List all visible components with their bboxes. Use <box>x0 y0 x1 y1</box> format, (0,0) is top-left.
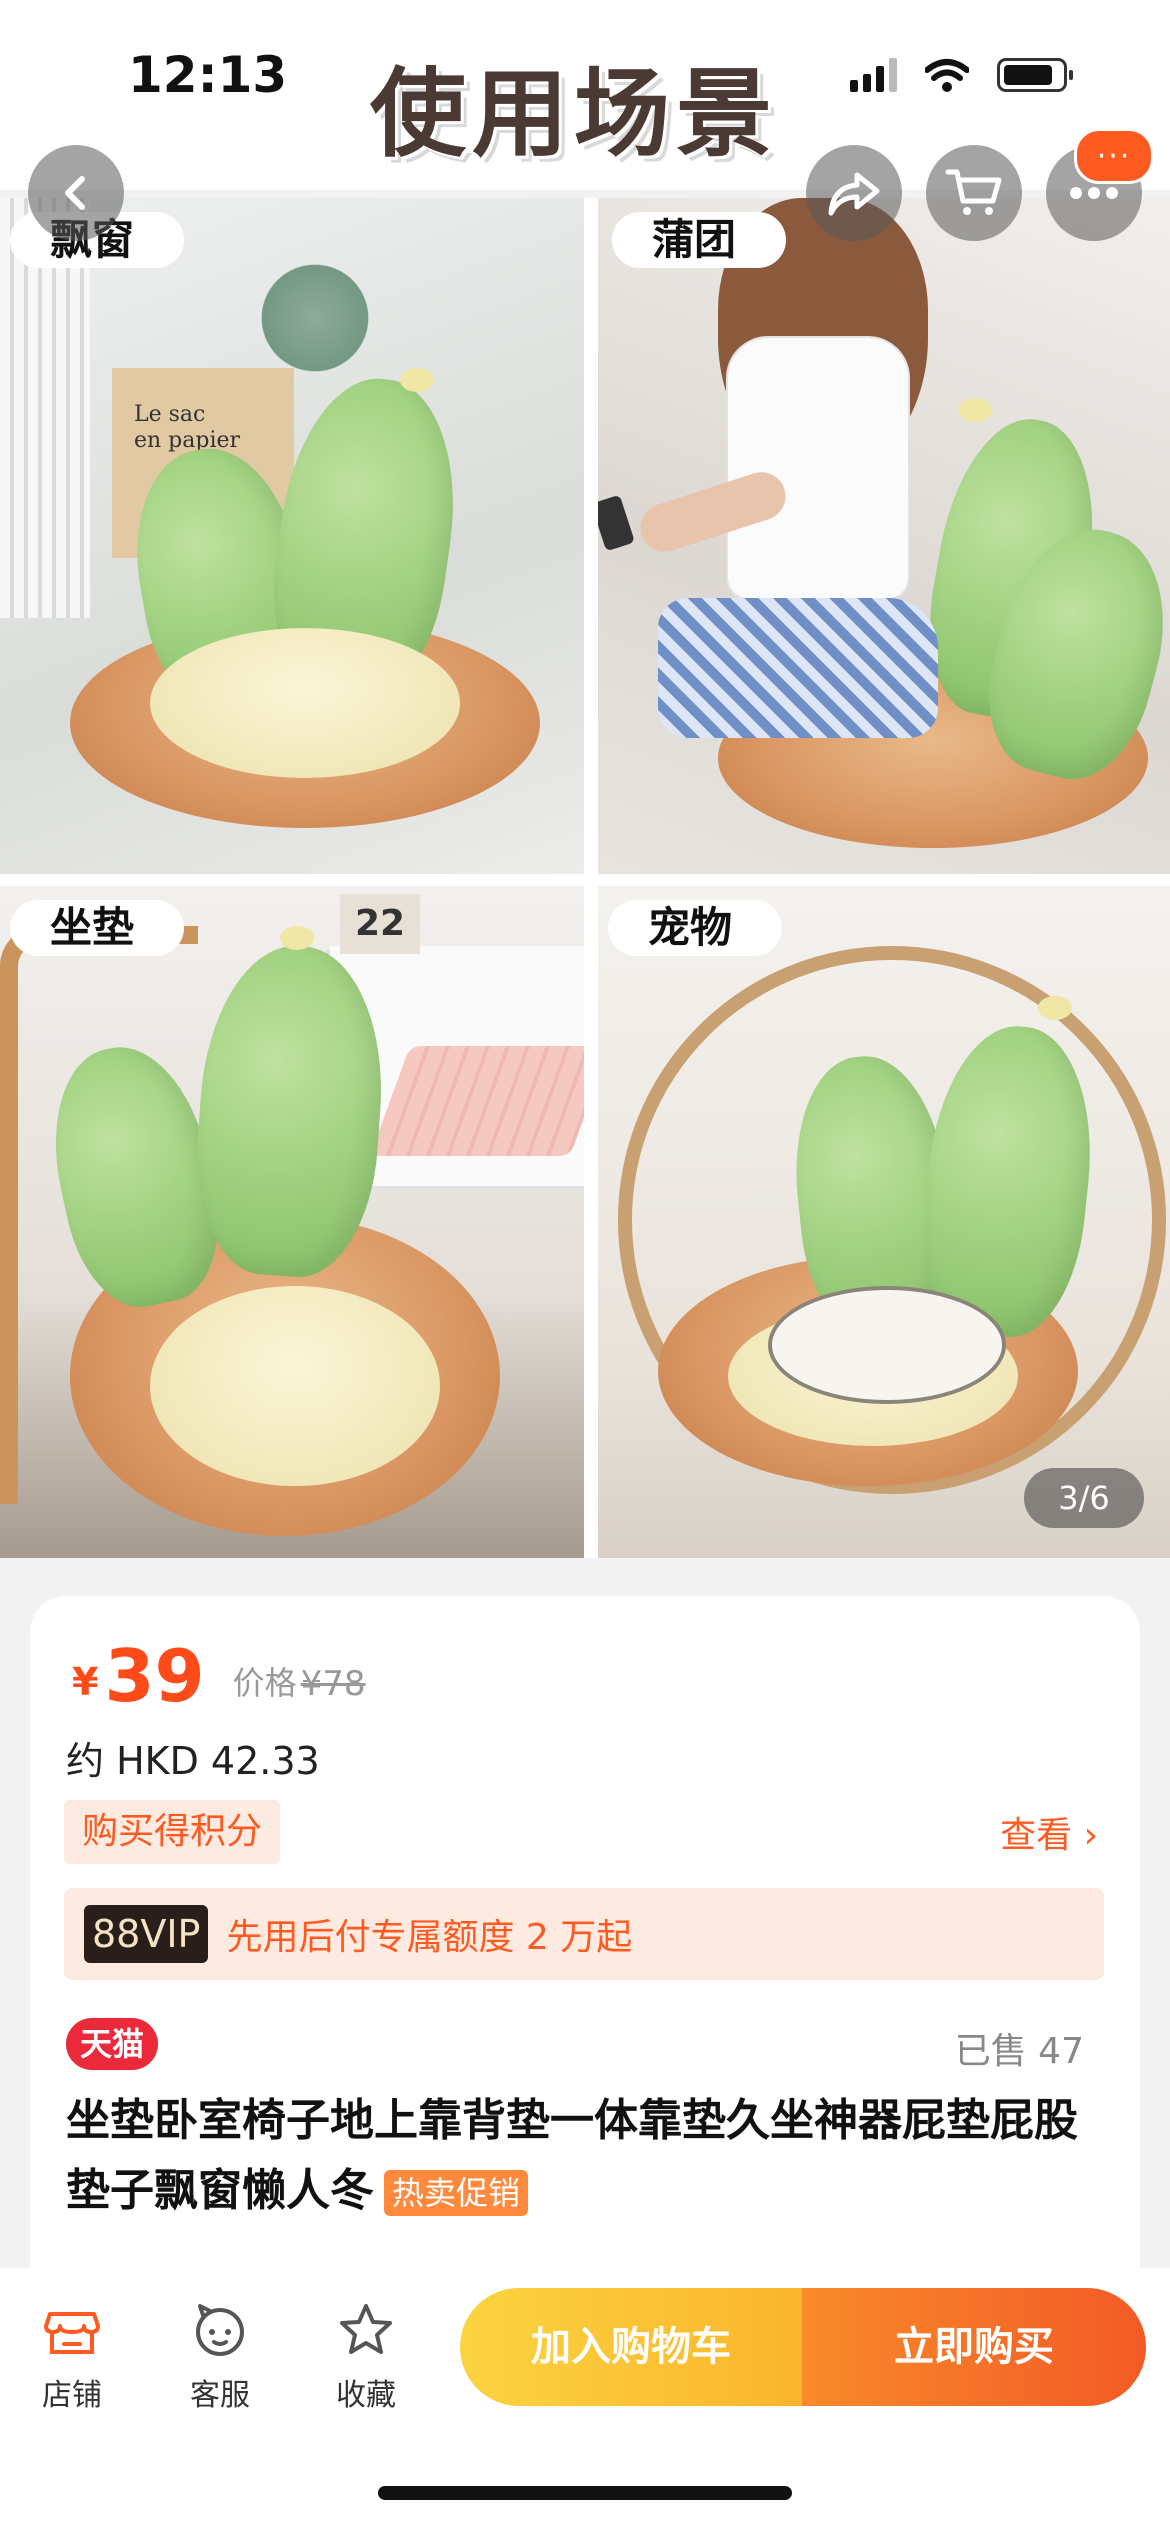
woman-torso <box>728 338 908 598</box>
gallery-photo-meditation-mat[interactable]: 蒲团 <box>598 198 1170 874</box>
desk-calendar: 22 <box>340 894 420 954</box>
vip-promo-banner[interactable]: 88VIP 先用后付专属额度 2 万起 <box>64 1888 1104 1980</box>
product-title: 坐垫卧室椅子地上靠背垫一体靠垫久坐神器屁垫屁股垫子飘窗懒人冬 热卖促销 <box>66 2086 1116 2226</box>
current-price: 39 <box>104 1634 205 1718</box>
flower-decoration <box>280 926 314 950</box>
add-to-cart-button[interactable]: 加入购物车 <box>460 2288 802 2406</box>
scene-tag-seat-cushion: 坐垫 <box>10 900 185 956</box>
chevron-left-icon <box>65 176 85 210</box>
gallery-photo-bay-window[interactable]: Le sac en papier 飘窗 <box>0 198 584 874</box>
more-dots-icon <box>1070 187 1118 199</box>
shop-label: 店铺 <box>42 2378 102 2413</box>
scene-tag-pet: 宠物 <box>608 900 783 956</box>
gallery-page-counter: 3/6 <box>1024 1468 1144 1528</box>
original-price: ¥78 <box>300 1664 366 1704</box>
cellular-signal-icon <box>850 58 897 92</box>
home-indicator <box>378 2486 792 2500</box>
plant-decoration <box>240 258 390 378</box>
status-icons <box>850 58 1073 92</box>
vip-promo-text: 先用后付专属额度 2 万起 <box>226 1917 633 1958</box>
message-badge: ··· <box>1074 128 1154 184</box>
flower-decoration <box>400 368 434 392</box>
share-button[interactable] <box>806 145 902 241</box>
original-price-label: 价格 <box>232 1664 297 1702</box>
sold-count: 已售 47 <box>954 2031 1084 2072</box>
cart-icon <box>945 169 1002 215</box>
price-row: ¥ 39 价格 ¥78 <box>72 1636 366 1716</box>
sleeping-cat-illustration <box>768 1286 1006 1404</box>
gallery-photo-seat-cushion[interactable]: 22 坐垫 <box>0 886 584 1558</box>
cushion-seat <box>150 628 460 778</box>
status-time: 12:13 <box>128 46 288 104</box>
product-info-card: ¥ 39 价格 ¥78 约 HKD 42.33 购买得积分 查看 › 88VIP… <box>30 1596 1140 2276</box>
battery-icon <box>997 58 1073 92</box>
customer-service-label: 客服 <box>190 2378 250 2413</box>
price-currency: ¥ <box>72 1660 99 1704</box>
scene-tag-meditation-mat: 蒲团 <box>612 212 787 268</box>
gallery-photo-pet[interactable]: 宠物 3/6 <box>598 886 1170 1558</box>
phone-in-hand <box>598 494 635 552</box>
flower-decoration <box>958 398 992 422</box>
shop-button[interactable]: 店铺 <box>12 2300 132 2414</box>
customer-service-button[interactable]: 客服 <box>160 2300 280 2414</box>
tmall-badge: 天猫 <box>66 2018 159 2070</box>
gallery-banner-title: 使用场景 <box>370 58 778 170</box>
woman-shorts <box>658 598 938 738</box>
cushion-seat <box>150 1286 440 1486</box>
view-details-link[interactable]: 查看 › <box>1000 1806 1098 1858</box>
star-icon <box>336 2300 396 2360</box>
back-button[interactable] <box>28 145 124 241</box>
paper-bag-text: Le sac en papier <box>134 402 241 453</box>
share-icon <box>828 172 880 216</box>
cart-button[interactable] <box>926 145 1022 241</box>
favorite-button[interactable]: 收藏 <box>306 2300 426 2414</box>
favorite-label: 收藏 <box>336 2378 396 2413</box>
hkd-price: 约 HKD 42.33 <box>66 1739 320 1783</box>
product-gallery[interactable]: Le sac en papier 飘窗 蒲团 22 坐垫 宠物 3/6 <box>0 198 1170 1558</box>
points-badge: 购买得积分 <box>64 1800 281 1864</box>
product-title-text: 坐垫卧室椅子地上靠背垫一体靠垫久坐神器屁垫屁股垫子飘窗懒人冬 <box>66 2095 1078 2216</box>
buy-now-button[interactable]: 立即购买 <box>802 2288 1146 2406</box>
vip-badge: 88VIP <box>84 1905 209 1963</box>
wifi-icon <box>925 59 969 92</box>
promo-tag: 热卖促销 <box>384 2170 529 2216</box>
flower-decoration <box>1038 996 1072 1020</box>
customer-service-icon <box>190 2300 250 2360</box>
store-icon <box>42 2300 102 2360</box>
